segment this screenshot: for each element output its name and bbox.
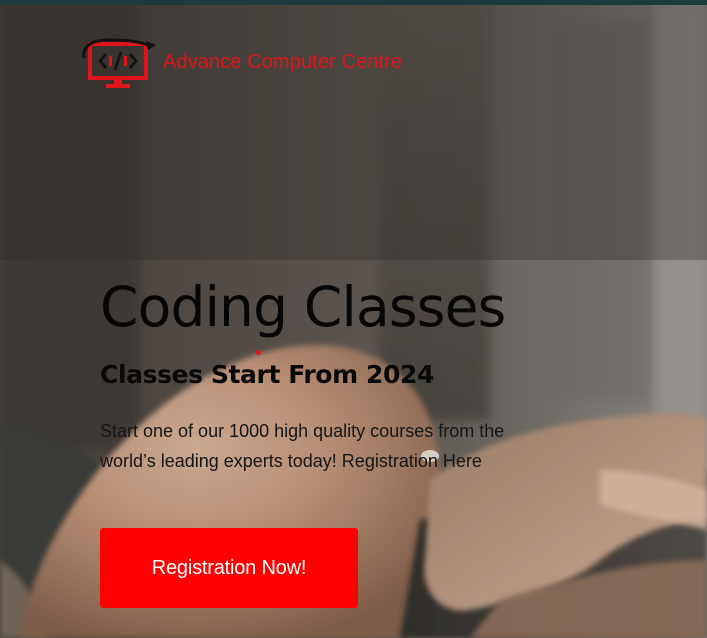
hero-title: Coding Classes: [100, 275, 506, 339]
page: Advance Computer Centre Coding Classes C…: [0, 0, 707, 638]
brand-name: Advance Computer Centre: [163, 50, 403, 73]
hero-content: Coding Classes Classes Start From 2024 S…: [100, 272, 580, 476]
decorative-dot: [256, 350, 261, 355]
top-strip: [0, 0, 707, 5]
monitor-code-logo-icon: [82, 38, 156, 88]
hero-description: Start one of our 1000 high quality cours…: [100, 421, 505, 471]
hero-subtitle: Classes Start From 2024: [100, 360, 435, 389]
brand[interactable]: Advance Computer Centre: [80, 36, 402, 92]
registration-button[interactable]: Registration Now!: [100, 528, 358, 608]
